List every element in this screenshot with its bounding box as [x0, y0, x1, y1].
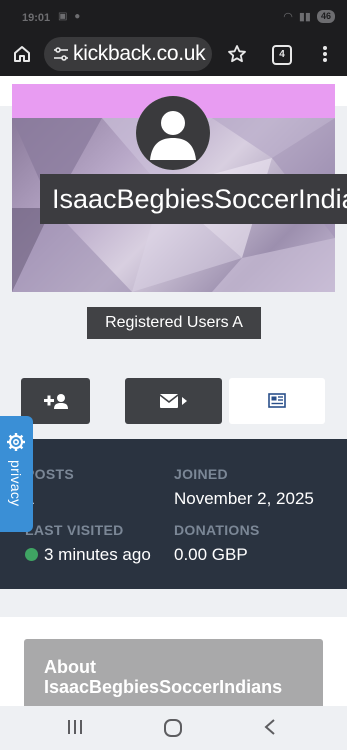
donations-label: DONATIONS	[174, 522, 260, 538]
gear-icon	[7, 433, 25, 451]
signal-icon: ▮▮	[298, 11, 311, 23]
last-visited-label: LAST VISITED	[25, 522, 124, 538]
star-icon[interactable]	[225, 44, 249, 68]
send-message-button[interactable]	[125, 378, 222, 424]
wifi-icon: ◠	[283, 11, 293, 23]
system-nav-bar	[0, 706, 347, 750]
add-user-icon	[44, 394, 68, 409]
recent-apps-icon[interactable]	[66, 718, 84, 736]
last-visited-value: 3 minutes ago	[44, 545, 151, 564]
about-username: IsaacBegbiesSoccerIndians	[44, 677, 283, 697]
privacy-settings-tab[interactable]: privacy	[0, 416, 33, 532]
address-bar[interactable]: kickback.co.uk	[44, 37, 212, 71]
home-icon[interactable]	[10, 44, 34, 68]
last-visited: 3 minutes ago	[25, 545, 151, 565]
notification-icons: ▣ ●	[58, 11, 83, 22]
donations-value: 0.00 GBP	[174, 545, 248, 564]
status-icons: ◠ ▮▮ 46	[283, 10, 335, 23]
newspaper-icon	[268, 393, 286, 408]
view-posts-button[interactable]	[229, 378, 325, 424]
about-title: About	[44, 657, 96, 677]
joined-label: JOINED	[174, 466, 228, 482]
privacy-label: privacy	[8, 460, 24, 507]
about-card-header: About IsaacBegbiesSoccerIndians	[24, 639, 323, 709]
back-icon[interactable]	[262, 718, 278, 736]
envelope-icon	[160, 394, 187, 408]
avatar[interactable]	[136, 96, 210, 170]
online-status-icon	[25, 548, 38, 561]
home-button-icon[interactable]	[163, 718, 183, 738]
joined-value: November 2, 2025	[174, 489, 314, 508]
status-bar: 19:01 ▣ ● ◠ ▮▮ 46	[0, 0, 347, 36]
tab-switcher-button[interactable]: 4	[272, 45, 292, 65]
profile-username: IsaacBegbiesSoccerIndians	[40, 174, 347, 224]
profile-stats: POSTS 1 JOINED November 2, 2025 LAST VIS…	[0, 439, 347, 589]
clock: 19:01	[22, 12, 51, 24]
user-group-badge: Registered Users A	[87, 307, 261, 339]
battery-indicator: 46	[316, 10, 335, 23]
more-menu-icon[interactable]	[313, 44, 337, 68]
url-text[interactable]: kickback.co.uk	[73, 42, 209, 66]
site-settings-icon[interactable]	[52, 45, 70, 63]
default-avatar-icon	[136, 96, 210, 170]
